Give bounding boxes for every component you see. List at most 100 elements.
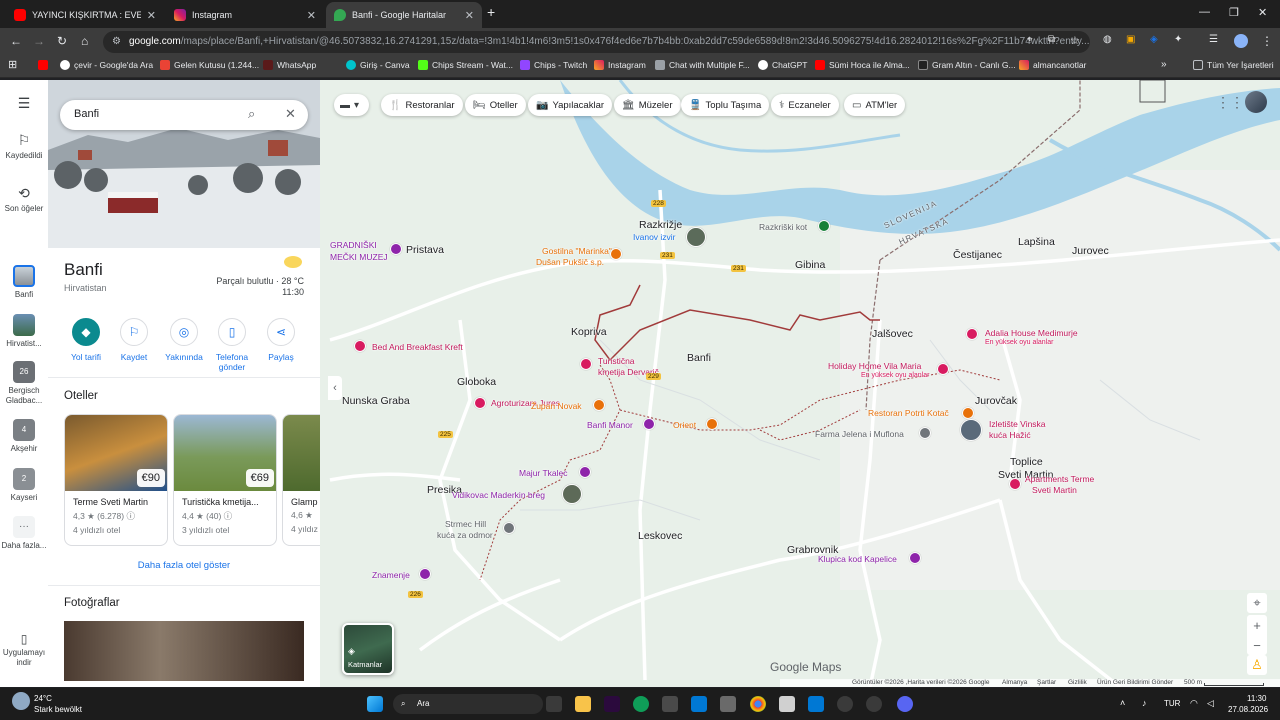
- chrome-icon[interactable]: [750, 696, 766, 712]
- bookmark-item[interactable]: Giriş - Canva: [346, 60, 410, 70]
- tab-youtube[interactable]: YAYINCI KIŞKIRTMA : EVE DÖNÜ ✕: [6, 2, 164, 28]
- bookmark-item[interactable]: Gram Altın - Canlı G...: [918, 60, 1016, 70]
- wifi-icon[interactable]: ◠: [1190, 698, 1198, 709]
- new-tab-icon[interactable]: +: [487, 4, 495, 20]
- location-icon[interactable]: ⌖: [1027, 34, 1033, 45]
- place-label[interactable]: Gostilna "Marinka": [542, 246, 612, 256]
- place-label[interactable]: GRADNIŠKI: [330, 240, 377, 250]
- back-icon[interactable]: ←: [10, 34, 22, 48]
- place-label[interactable]: Gibina: [795, 259, 825, 271]
- place-label[interactable]: MEČKI MUZEJ: [330, 252, 388, 262]
- rail-recent[interactable]: ⟲ Son öğeler: [0, 186, 48, 214]
- hotel-pin-icon[interactable]: [966, 328, 978, 340]
- close-icon[interactable]: ✕: [147, 9, 156, 22]
- close-icon[interactable]: ✕: [285, 106, 296, 122]
- app-icon[interactable]: [691, 696, 707, 712]
- park-pin-icon[interactable]: [818, 220, 830, 232]
- clock-date[interactable]: 27.08.2026: [1228, 705, 1268, 714]
- all-bookmarks[interactable]: Tüm Yer İşaretleri: [1193, 60, 1274, 70]
- save-button[interactable]: ⚐ Kaydet: [110, 318, 158, 362]
- place-label[interactable]: Banfi Manor: [587, 420, 633, 430]
- window-close-icon[interactable]: ✕: [1258, 6, 1267, 19]
- place-label[interactable]: Lapšina: [1018, 236, 1055, 248]
- rail-hirvatistan[interactable]: Hirvatist...: [0, 314, 48, 349]
- chip-things-to-do[interactable]: 📷 Yapılacaklar: [528, 94, 613, 116]
- hotel-card[interactable]: Glamp 4,6 ★ 4 yıldız: [282, 414, 320, 546]
- place-label[interactable]: Turistična: [598, 356, 635, 366]
- reload-icon[interactable]: ↻: [57, 34, 67, 48]
- app-icon[interactable]: [779, 696, 795, 712]
- place-label[interactable]: Kopriva: [571, 326, 607, 338]
- region-link[interactable]: Almanya: [1002, 679, 1027, 686]
- share-button[interactable]: ⋖ Paylaş: [257, 318, 305, 362]
- place-label[interactable]: Orient: [673, 420, 696, 430]
- restaurant-pin-icon[interactable]: [610, 248, 622, 260]
- feedback-link[interactable]: Ürün Geri Bildirimi Gönder: [1097, 679, 1173, 686]
- info-icon[interactable]: ⓘ: [126, 511, 135, 521]
- more-menu-icon[interactable]: ⋮: [1261, 34, 1273, 48]
- place-label[interactable]: Jurovec: [1072, 245, 1109, 257]
- rail-bergisch[interactable]: 26 Bergisch Gladbac...: [0, 361, 48, 406]
- attraction-pin-icon[interactable]: [419, 568, 431, 580]
- place-label[interactable]: kuća za odmor: [437, 530, 493, 540]
- layer-toggle-chip[interactable]: ▬ ▾: [334, 94, 370, 116]
- pegman-icon[interactable]: ♙: [1247, 655, 1267, 675]
- scale-label[interactable]: 500 m: [1184, 679, 1202, 686]
- place-label[interactable]: Leskovec: [638, 530, 682, 542]
- close-icon[interactable]: ✕: [465, 9, 474, 22]
- layers-button[interactable]: ◈ Katmanlar: [342, 623, 394, 675]
- hotel-pin-icon[interactable]: [580, 358, 592, 370]
- volume-icon[interactable]: ◁: [1207, 698, 1214, 709]
- home-icon[interactable]: ⌂: [81, 34, 88, 48]
- chip-atms[interactable]: ▭ ATM'ler: [844, 94, 906, 116]
- terms-link[interactable]: Şartlar: [1037, 679, 1056, 686]
- bookmark-item[interactable]: ChatGPT: [758, 60, 807, 70]
- maximize-icon[interactable]: ❐: [1229, 6, 1239, 19]
- forward-icon[interactable]: →: [33, 34, 45, 48]
- zoom-out-icon[interactable]: −: [1247, 635, 1267, 655]
- place-label[interactable]: Banfi: [687, 352, 711, 364]
- place-label[interactable]: Globoka: [457, 376, 496, 388]
- place-label[interactable]: kuća Hažić: [989, 430, 1031, 440]
- hotel-card[interactable]: €90 Terme Sveti Martin 4,3 ★ (6.278) ⓘ 4…: [64, 414, 168, 546]
- hotel-pin-icon[interactable]: [354, 340, 366, 352]
- bookmark-item[interactable]: Instagram: [594, 60, 646, 70]
- chip-museums[interactable]: 🏛 Müzeler: [614, 94, 681, 116]
- microphone-icon[interactable]: ♪: [1142, 698, 1147, 708]
- rail-banfi[interactable]: Banfi: [0, 265, 48, 300]
- chip-transit[interactable]: 🚆 Toplu Taşıma: [681, 94, 770, 116]
- bookmark-item[interactable]: Sümi Hoca ile Alma...: [815, 60, 910, 70]
- bookmark-item[interactable]: Chips - Twitch: [520, 60, 587, 70]
- chip-hotels[interactable]: 🛏 Oteller: [465, 94, 526, 116]
- chip-restaurants[interactable]: 🍴 Restoranlar: [381, 94, 463, 116]
- premiere-icon[interactable]: [604, 696, 620, 712]
- search-box[interactable]: ⌕ ✕: [60, 100, 308, 130]
- attraction-pin-icon[interactable]: [909, 552, 921, 564]
- info-icon[interactable]: ⓘ: [224, 511, 233, 521]
- weather-cloud-icon[interactable]: [12, 692, 30, 710]
- send-to-phone-button[interactable]: ▯ Telefona gönder: [208, 318, 256, 372]
- place-label[interactable]: Znamenje: [372, 570, 410, 580]
- install-icon[interactable]: ⧉: [1048, 34, 1055, 45]
- vscode-icon[interactable]: [808, 696, 824, 712]
- taskbar-search[interactable]: ⌕ Ara: [393, 694, 543, 714]
- chevron-up-icon[interactable]: ˄: [1120, 698, 1125, 708]
- windows-start-icon[interactable]: [367, 696, 383, 712]
- photo-pin[interactable]: [562, 484, 582, 504]
- clock-time[interactable]: 11:30: [1247, 694, 1266, 703]
- hotel-pin-icon[interactable]: [474, 397, 486, 409]
- place-label[interactable]: Pristava: [406, 244, 444, 256]
- bookmark-item[interactable]: çevir - Google'da Ara: [60, 60, 153, 70]
- chevron-right-icon[interactable]: »: [1161, 59, 1167, 70]
- more-hotels-link[interactable]: Daha fazla otel göster: [48, 560, 320, 571]
- apps-grid-icon[interactable]: ⊞: [8, 58, 17, 71]
- rail-aksehir[interactable]: 4 Akşehir: [0, 419, 48, 454]
- restaurant-pin-icon[interactable]: [593, 399, 605, 411]
- place-label[interactable]: Holiday Home Vila Maria: [828, 361, 921, 371]
- restaurant-pin-icon[interactable]: [962, 407, 974, 419]
- place-label[interactable]: Dušan Pukšič s.p.: [536, 257, 604, 267]
- account-avatar[interactable]: [1245, 91, 1267, 113]
- hotel-pin-icon[interactable]: [937, 363, 949, 375]
- place-label[interactable]: Sveti Martin: [1032, 485, 1077, 495]
- hotel-pin-icon[interactable]: [1009, 478, 1021, 490]
